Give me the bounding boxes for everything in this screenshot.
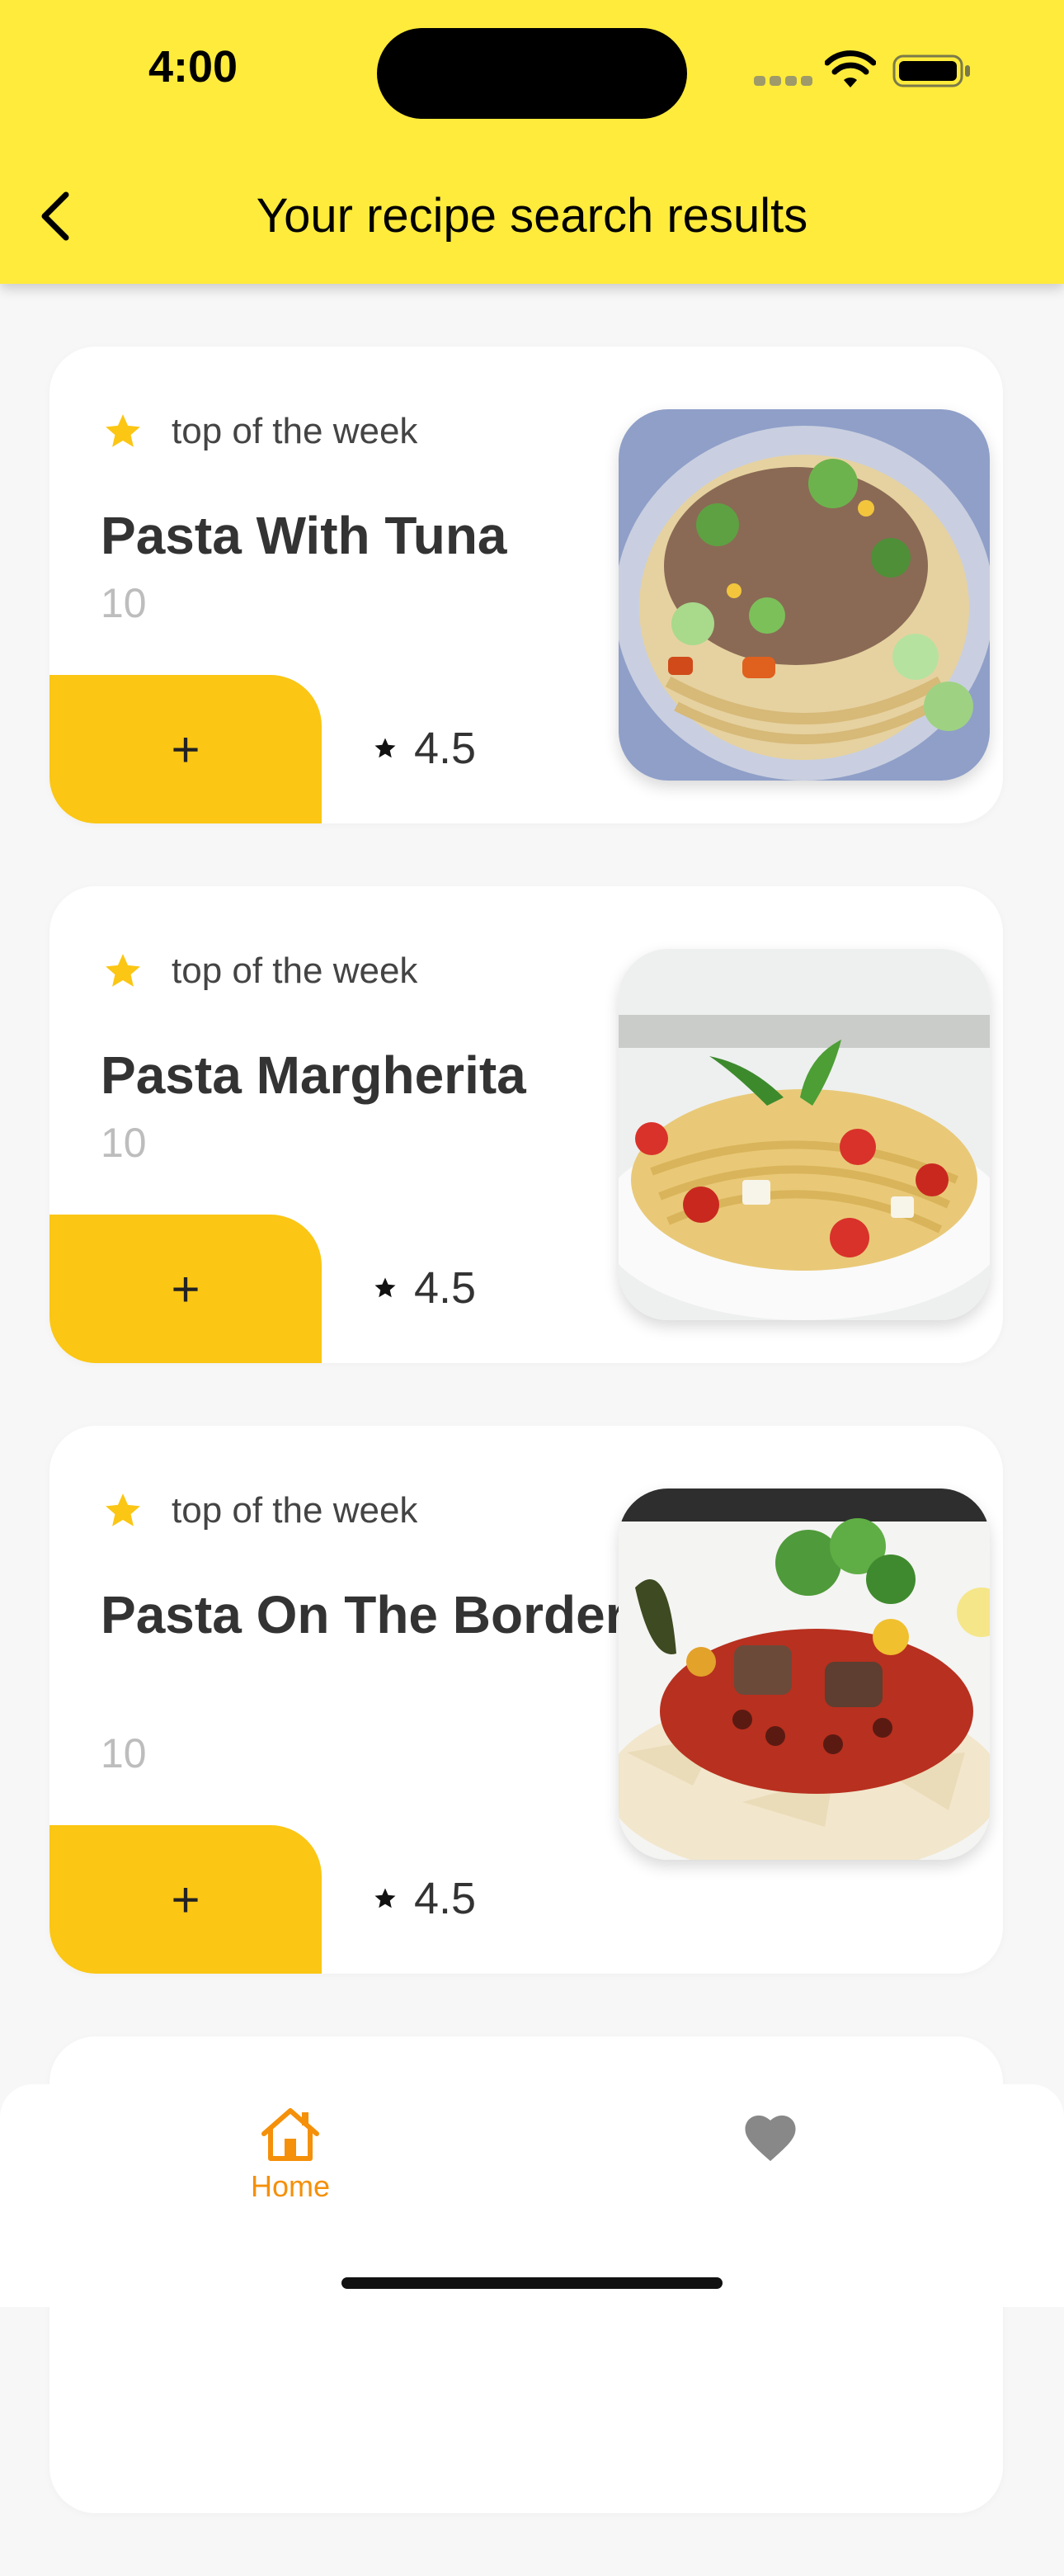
- recipe-card[interactable]: top of the week Pasta With Tuna 10 + 4.5: [49, 347, 1003, 823]
- rating-value: 4.5: [414, 1263, 477, 1313]
- star-icon: [106, 1493, 140, 1526]
- star-icon: [106, 414, 140, 447]
- status-time: 4:00: [148, 42, 238, 92]
- recipe-card[interactable]: top of the week Pasta Margherita 10 + 4.…: [49, 886, 1003, 1363]
- home-indicator: [341, 2277, 723, 2289]
- recipe-count: 10: [101, 1730, 147, 1776]
- rating: 4.5: [373, 1262, 476, 1314]
- nav-home[interactable]: Home: [241, 2106, 340, 2204]
- home-icon: [261, 2108, 319, 2161]
- heart-icon[interactable]: [741, 2111, 800, 2163]
- top-badge: top of the week: [102, 949, 417, 993]
- star-icon: [374, 1277, 396, 1298]
- page-title: Your recipe search results: [256, 189, 808, 243]
- dynamic-island: [377, 28, 687, 119]
- recipe-count: 10: [101, 1120, 147, 1166]
- rating-value: 4.5: [414, 724, 477, 773]
- rating-value: 4.5: [414, 1874, 477, 1923]
- recipe-photo: [619, 1489, 990, 1860]
- badge-label: top of the week: [172, 411, 418, 451]
- star-icon: [374, 1888, 396, 1908]
- rating: 4.5: [373, 723, 476, 774]
- recipe-photo: [619, 409, 990, 781]
- add-button[interactable]: +: [49, 1215, 322, 1363]
- star-icon: [374, 738, 396, 758]
- rating: 4.5: [373, 1873, 476, 1924]
- add-button[interactable]: +: [49, 675, 322, 823]
- recipe-title: Pasta On The Border: [101, 1585, 626, 1644]
- star-icon: [106, 954, 140, 987]
- recipe-title: Pasta Margherita: [101, 1045, 526, 1105]
- badge-label: top of the week: [172, 1490, 418, 1531]
- add-button[interactable]: +: [49, 1825, 322, 1974]
- recipe-photo: [619, 949, 990, 1320]
- top-badge: top of the week: [102, 409, 417, 454]
- wifi-icon: [825, 50, 876, 87]
- nav-home-label: Home: [250, 2169, 331, 2203]
- battery-icon: [892, 54, 970, 87]
- top-badge: top of the week: [102, 1489, 417, 1533]
- recipe-count: 10: [101, 580, 147, 626]
- recipe-title: Pasta With Tuna: [101, 506, 507, 565]
- badge-label: top of the week: [172, 951, 418, 991]
- app-header: 4:00 Your recipe search results: [0, 0, 1064, 284]
- signal-icon: [754, 75, 817, 90]
- bottom-nav: Home: [0, 2084, 1064, 2307]
- recipe-card[interactable]: top of the week Pasta On The Border 10 +…: [49, 1426, 1003, 1974]
